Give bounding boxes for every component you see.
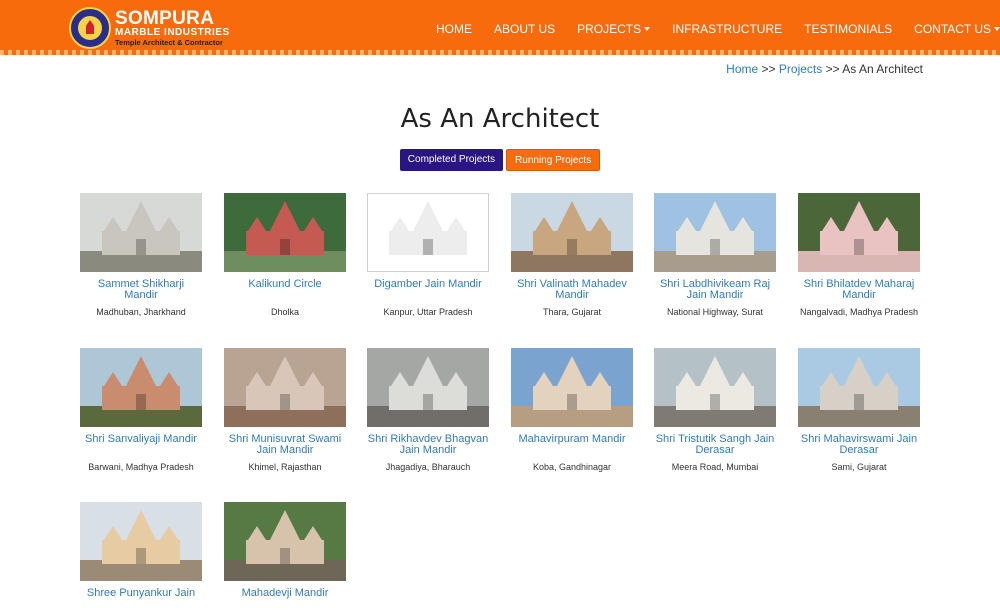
project-card[interactable]: Kalikund Circle Dholka: [224, 193, 346, 317]
nav-item-testimonials[interactable]: TESTIMONIALS: [804, 22, 892, 36]
nav-item-label: INFRASTRUCTURE: [672, 22, 783, 36]
brand-name: SOMPURA: [115, 8, 215, 30]
nav-item-about-us[interactable]: ABOUT US: [494, 22, 555, 36]
logo-seal-icon: [69, 7, 111, 49]
project-thumbnail-image[interactable]: [224, 502, 346, 581]
project-location: Dholka: [270, 307, 299, 317]
project-title-link[interactable]: Sammet Shikharji Mandir: [80, 279, 202, 301]
project-title-link[interactable]: Shri Valinath Mahadev Mandir: [511, 279, 633, 301]
project-card[interactable]: Sammet Shikharji Mandir Madhuban, Jharkha…: [80, 193, 202, 317]
page-title: As An Architect: [400, 104, 600, 134]
project-card[interactable]: Shri Sanvaliyaji Mandir Barwani, Madhya P…: [80, 348, 202, 472]
project-thumbnail-image[interactable]: [654, 348, 776, 427]
nav-item-label: PROJECTS: [577, 22, 642, 36]
project-location: Khimel, Rajasthan: [248, 462, 322, 472]
project-location: Barwani, Madhya Pradesh: [88, 462, 194, 472]
project-title-link[interactable]: Shri Bhilatdev Maharaj Mandir: [798, 279, 920, 301]
nav-item-infrastructure[interactable]: INFRASTRUCTURE: [672, 22, 782, 36]
caret-down-icon: [644, 27, 651, 31]
project-card[interactable]: Shri Mahavirswami Jain Derasar Sami, Guja…: [798, 348, 920, 472]
breadcrumb-separator: >>: [825, 62, 840, 76]
nav-item-label: ABOUT US: [494, 22, 556, 36]
breadcrumb-home-link[interactable]: Home: [726, 62, 758, 76]
nav-item-projects[interactable]: PROJECTS: [577, 22, 651, 36]
project-title-link[interactable]: Kalikund Circle: [224, 279, 346, 301]
project-thumbnail-image[interactable]: [798, 348, 920, 427]
project-thumbnail-image[interactable]: [798, 193, 920, 272]
breadcrumb-separator: >>: [761, 62, 776, 76]
nav-item-home[interactable]: HOME: [436, 22, 472, 36]
breadcrumb-current: As An Architect: [842, 62, 923, 76]
project-location: Sami, Gujarat: [831, 462, 887, 472]
caret-down-icon: [994, 27, 1000, 31]
project-card[interactable]: Digamber Jain Mandir Kanpur, Uttar Prades…: [367, 193, 489, 317]
brand-logo[interactable]: SOMPURA MARBLE INDUSTRIES Temple Archite…: [69, 7, 230, 49]
header-border-pattern: [0, 50, 1000, 55]
project-location: Madhuban, Jharkhand: [96, 307, 186, 317]
project-card[interactable]: Mahavirpuram Mandir Koba, Gandhinagar: [511, 348, 633, 472]
project-card[interactable]: Shri Bhilatdev Maharaj Mandir Nangalvadi,…: [798, 193, 920, 317]
project-thumbnail-image[interactable]: [80, 502, 202, 581]
project-location: Thara, Gujarat: [542, 307, 602, 317]
project-title-link[interactable]: Shri Sanvaliyaji Mandir: [80, 434, 202, 456]
nav-item-contact-us[interactable]: CONTACT US: [914, 22, 1000, 36]
project-thumbnail-image[interactable]: [654, 193, 776, 272]
project-thumbnail-image[interactable]: [224, 348, 346, 427]
site-header: SOMPURA MARBLE INDUSTRIES Temple Archite…: [0, 0, 1000, 55]
project-card[interactable]: Shri Valinath Mahadev Mandir Thara, Gujar…: [511, 193, 633, 317]
project-location: Kanpur, Uttar Pradesh: [383, 307, 473, 317]
project-thumbnail-image[interactable]: [511, 348, 633, 427]
project-title-link[interactable]: Mahadevji Mandir: [224, 588, 346, 610]
main-nav: HOME ABOUT US PROJECTS INFRASTRUCTURE TESTIM…: [436, 22, 1000, 36]
brand-subtitle: MARBLE INDUSTRIES: [115, 27, 230, 39]
project-card[interactable]: Mahadevji Mandir: [224, 502, 346, 616]
project-title-link[interactable]: Shri Tristutik Sangh Jain Derasar: [654, 434, 776, 456]
running-projects-button[interactable]: Running Projects: [506, 149, 601, 171]
project-thumbnail-image[interactable]: [367, 193, 489, 272]
project-title-link[interactable]: Shri Labdhivikeam Raj Jain Mandir: [654, 279, 776, 301]
project-title-link[interactable]: Digamber Jain Mandir: [367, 279, 489, 301]
project-card[interactable]: Shri Tristutik Sangh Jain Derasar Meera R…: [654, 348, 776, 472]
project-location: Koba, Gandhinagar: [532, 462, 612, 472]
project-thumbnail-image[interactable]: [224, 193, 346, 272]
project-title-link[interactable]: Mahavirpuram Mandir: [511, 434, 633, 456]
project-location: Nangalvadi, Madhya Pradesh: [799, 307, 919, 317]
nav-item-label: CONTACT US: [914, 22, 992, 36]
brand-tagline: Temple Architect & Contractor: [115, 38, 223, 48]
completed-projects-button[interactable]: Completed Projects: [399, 149, 504, 171]
nav-item-label: TESTIMONIALS: [804, 22, 893, 36]
project-card[interactable]: Shri Labdhivikeam Raj Jain Mandir Nationa…: [654, 193, 776, 317]
project-location: Meera Road, Mumbai: [671, 462, 759, 472]
project-location: National Highway, Surat: [667, 307, 763, 317]
nav-item-label: HOME: [436, 22, 472, 36]
project-thumbnail-image[interactable]: [80, 348, 202, 427]
project-thumbnail-image[interactable]: [367, 348, 489, 427]
project-filters: Completed Projects Running Projects: [0, 149, 1000, 171]
project-thumbnail-image[interactable]: [80, 193, 202, 272]
project-title-link[interactable]: Shri Rikhavdev Bhagvan Jain Mandir: [367, 434, 489, 456]
breadcrumb: Home >> Projects >> As An Architect: [726, 62, 923, 76]
project-thumbnail-image[interactable]: [511, 193, 633, 272]
breadcrumb-projects-link[interactable]: Projects: [779, 62, 822, 76]
project-card[interactable]: Shree Punyankur Jain: [80, 502, 202, 616]
project-card[interactable]: Shri Munisuvrat Swami Jain Mandir Khimel,…: [224, 348, 346, 472]
project-title-link[interactable]: Shri Munisuvrat Swami Jain Mandir: [224, 434, 346, 456]
project-title-link[interactable]: Shri Mahavirswami Jain Derasar: [798, 434, 920, 456]
project-title-link[interactable]: Shree Punyankur Jain: [80, 588, 202, 610]
project-location: Jhagadiya, Bharauch: [385, 462, 471, 472]
project-card[interactable]: Shri Rikhavdev Bhagvan Jain Mandir Jhagad…: [367, 348, 489, 472]
